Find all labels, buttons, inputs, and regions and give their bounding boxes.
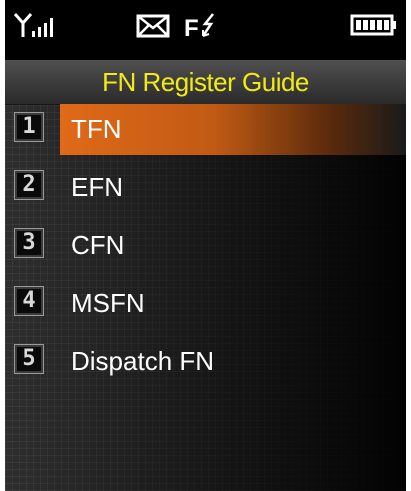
menu-item-label: CFN: [71, 230, 125, 260]
status-bar: F: [5, 0, 406, 60]
battery-icon: [350, 12, 398, 43]
call-forward-icon: F: [183, 12, 217, 47]
signal-strength-icon: [13, 12, 61, 43]
menu-item-efn[interactable]: 2 EFN: [5, 162, 406, 220]
menu-item-msfn[interactable]: 4 MSFN: [5, 278, 406, 336]
menu-item-tfn[interactable]: 1 TFN: [5, 104, 406, 162]
call-forward-letter: F: [184, 15, 199, 42]
page-title: FN Register Guide: [5, 60, 406, 105]
menu-item-label: MSFN: [71, 288, 145, 318]
number-badge-icon: 3: [14, 228, 44, 258]
number-badge-icon: 1: [14, 112, 44, 142]
menu-item-label: EFN: [71, 172, 123, 202]
number-badge-icon: 4: [14, 286, 44, 316]
phone-screen: F FN Register Guide 1 TFN 2 EFN 3 CFN 4 …: [5, 0, 406, 491]
menu-item-dispatch-fn[interactable]: 5 Dispatch FN: [5, 336, 406, 394]
number-badge-icon: 2: [14, 170, 44, 200]
menu-list: 1 TFN 2 EFN 3 CFN 4 MSFN 5 Dispatch FN: [5, 104, 406, 394]
message-envelope-icon: [136, 12, 170, 43]
number-badge-icon: 5: [14, 344, 44, 374]
menu-item-cfn[interactable]: 3 CFN: [5, 220, 406, 278]
menu-item-label: Dispatch FN: [71, 346, 215, 376]
menu-item-label: TFN: [71, 114, 122, 144]
